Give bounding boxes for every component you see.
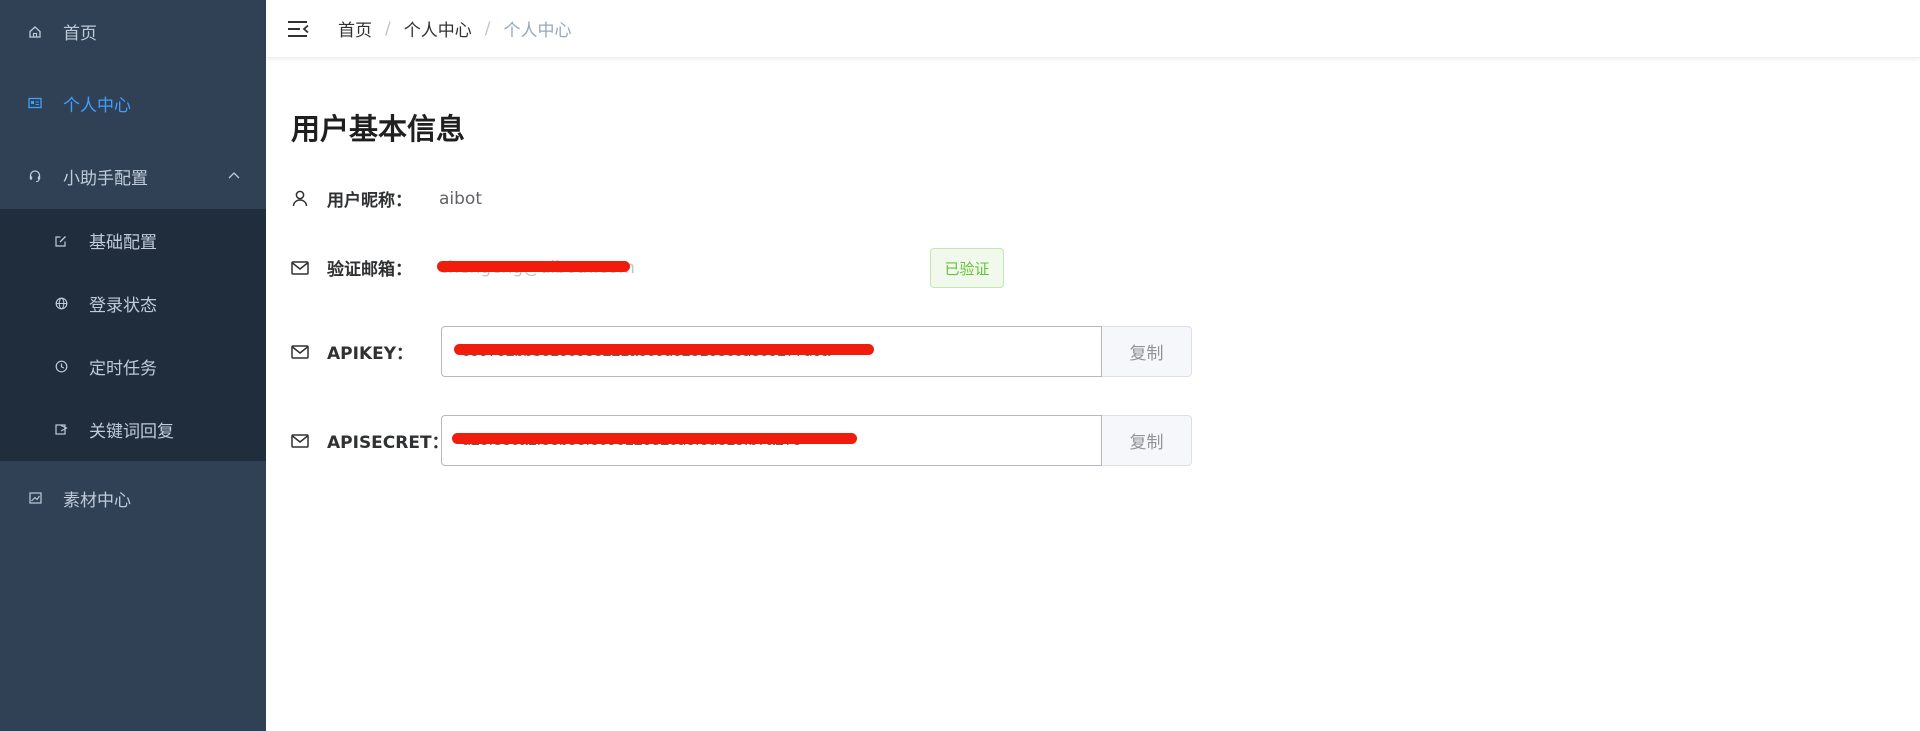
sidebar-item-label: 素材中心	[63, 490, 131, 511]
breadcrumb-separator: /	[484, 18, 491, 39]
email-label: 验证邮箱：	[327, 260, 412, 280]
verified-badge: 已验证	[930, 248, 1004, 288]
navbar: 首页 / 个人中心 / 个人中心	[266, 0, 1920, 58]
apisecret-label: APISECRET：	[327, 433, 449, 453]
sidebar-item-label: 定时任务	[89, 359, 157, 379]
reply-icon	[53, 422, 69, 438]
sidebar-item-materials[interactable]: 素材中心	[0, 461, 266, 535]
sidebar-item-label: 首页	[63, 24, 97, 44]
chevron-up-icon[interactable]	[228, 171, 240, 179]
user-icon	[291, 190, 309, 208]
copy-apisecret-button[interactable]: 复制	[1102, 415, 1192, 466]
nickname-row: 用户昵称： aibot	[291, 186, 482, 211]
sidebar-item-label: 关键词回复	[89, 422, 174, 442]
sidebar-item-basic-config[interactable]: 基础配置	[0, 209, 266, 272]
sidebar-item-label: 小助手配置	[63, 168, 148, 189]
main-content: 首页 / 个人中心 / 个人中心 用户基本信息 用户昵称： aibot 验证邮箱…	[266, 0, 1920, 731]
hamburger-icon[interactable]	[287, 19, 309, 39]
breadcrumb-separator: /	[385, 18, 391, 39]
page-title: 用户基本信息	[291, 112, 466, 146]
apisecret-redaction	[452, 433, 857, 444]
mail-icon	[291, 432, 309, 450]
breadcrumb-home[interactable]: 首页	[338, 16, 372, 41]
breadcrumb-current: 个人中心	[503, 21, 572, 41]
apikey-label: APIKEY：	[327, 344, 414, 364]
sidebar-item-label: 基础配置	[89, 233, 157, 253]
email-redaction	[437, 261, 630, 272]
copy-apikey-button[interactable]: 复制	[1102, 326, 1192, 377]
app-layout: 首页 个人中心 小助手配置 基础配置 登录状态 定时任务 关键词回复 素材中心 …	[0, 0, 1920, 731]
user-card-icon	[27, 95, 43, 111]
apikey-row: APIKEY：	[291, 339, 439, 364]
sidebar-item-profile[interactable]: 个人中心	[0, 63, 266, 143]
sidebar-item-label: 登录状态	[89, 296, 157, 316]
globe-icon	[53, 296, 69, 312]
clock-icon	[53, 359, 69, 375]
mail-icon	[291, 343, 309, 361]
apisecret-row: APISECRET：	[291, 428, 449, 453]
nickname-label: 用户昵称：	[327, 191, 412, 211]
sidebar-item-home[interactable]: 首页	[0, 0, 266, 63]
sidebar-item-label: 个人中心	[63, 95, 131, 116]
sidebar-item-assistant-config[interactable]: 小助手配置	[0, 143, 266, 209]
assistant-config-submenu: 基础配置 登录状态 定时任务 关键词回复	[0, 209, 266, 461]
home-icon	[27, 24, 43, 40]
picture-icon	[27, 490, 43, 506]
sidebar-item-scheduled-task[interactable]: 定时任务	[0, 335, 266, 398]
sidebar-item-login-status[interactable]: 登录状态	[0, 272, 266, 335]
headset-icon	[27, 168, 43, 184]
breadcrumb: 首页 / 个人中心 / 个人中心	[338, 16, 572, 42]
breadcrumb-profile[interactable]: 个人中心	[404, 16, 472, 41]
profile-panel: 用户基本信息	[266, 109, 1920, 149]
nickname-value: aibot	[439, 188, 482, 209]
mail-icon	[291, 259, 309, 277]
apikey-redaction	[454, 344, 874, 355]
edit-icon	[53, 233, 69, 249]
sidebar-item-keyword-reply[interactable]: 关键词回复	[0, 398, 266, 461]
sidebar: 首页 个人中心 小助手配置 基础配置 登录状态 定时任务 关键词回复 素材中心	[0, 0, 266, 731]
